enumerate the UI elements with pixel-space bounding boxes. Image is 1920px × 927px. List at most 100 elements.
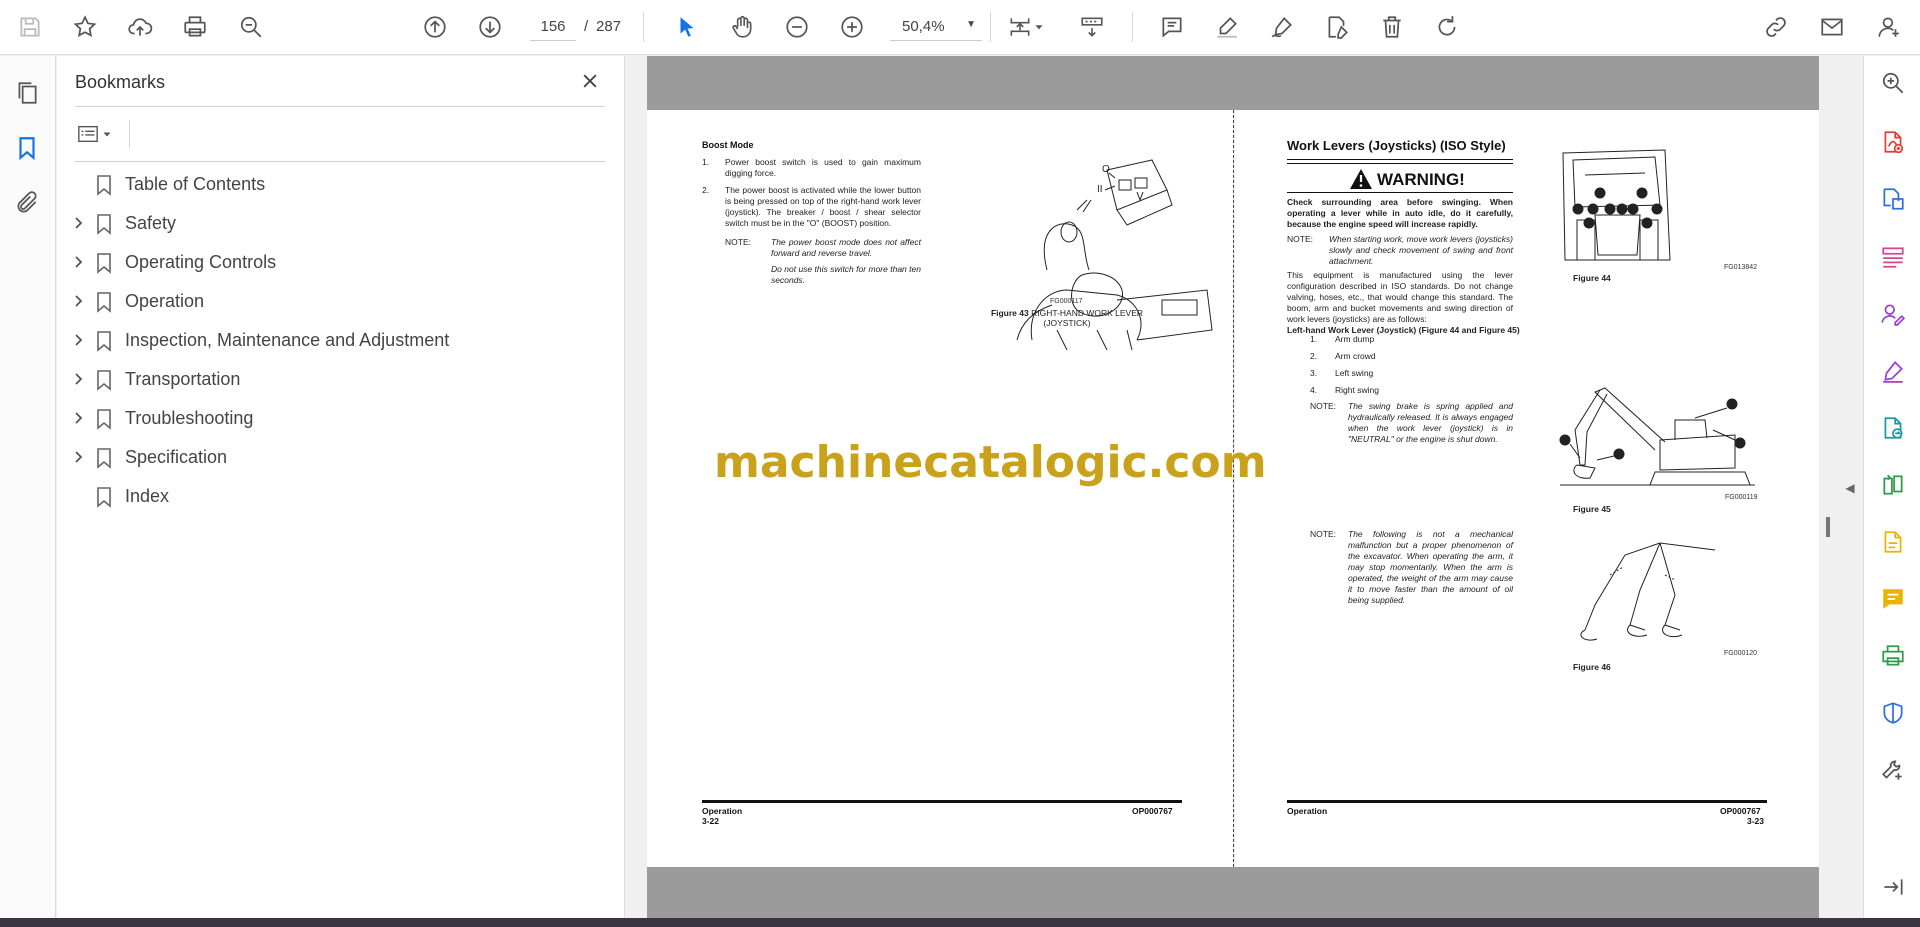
- collapse-right-panel-icon[interactable]: ◀: [1843, 478, 1857, 498]
- request-signature-icon[interactable]: [1878, 299, 1908, 329]
- sign-icon[interactable]: [1267, 12, 1297, 42]
- page-up-icon[interactable]: [420, 12, 450, 42]
- chevron-right-icon[interactable]: [71, 410, 87, 426]
- arm-movement-illustration: [1580, 542, 1716, 641]
- bookmark-item[interactable]: Transportation: [57, 361, 617, 397]
- figure-id: FG000120: [1724, 650, 1758, 657]
- compare-icon[interactable]: [1878, 470, 1908, 500]
- save-icon[interactable]: [15, 12, 45, 42]
- figure-caption: Figure 45: [1573, 504, 1611, 514]
- bookmark-item[interactable]: Inspection, Maintenance and Adjustment: [57, 322, 617, 358]
- divider: [129, 120, 130, 148]
- figure-caption: Figure 43 RIGHT-HAND WORK LEVER (JOYSTIC…: [977, 308, 1157, 328]
- zoom-in-icon[interactable]: [837, 12, 867, 42]
- protect-icon[interactable]: [1878, 698, 1908, 728]
- page-fit-icon[interactable]: [1005, 12, 1035, 42]
- svg-text:1: 1: [1563, 438, 1567, 445]
- organize-pages-icon[interactable]: [1878, 242, 1908, 272]
- document-background: [647, 867, 1819, 918]
- figure-id: FG000117: [1050, 298, 1083, 305]
- page-number-input[interactable]: [530, 13, 576, 41]
- bookmark-label: Troubleshooting: [125, 408, 254, 428]
- svg-text:3: 3: [1631, 207, 1635, 214]
- convert-icon[interactable]: [1878, 413, 1908, 443]
- svg-text:1: 1: [1598, 191, 1602, 198]
- footer-rule: [1287, 800, 1767, 803]
- page-thumbnails-icon[interactable]: [12, 78, 42, 108]
- comment-icon[interactable]: [1157, 12, 1187, 42]
- zoom-panel-icon[interactable]: [1878, 68, 1908, 98]
- bookmark-item[interactable]: Index: [57, 478, 617, 514]
- bookmarks-title: Bookmarks: [75, 72, 166, 92]
- bookmark-item[interactable]: Table of Contents: [57, 166, 617, 202]
- export-pdf-icon[interactable]: [1878, 127, 1908, 157]
- watermark-text: machinecatalogic.com: [714, 437, 1267, 488]
- note-text: When starting work, move work levers (jo…: [1329, 234, 1513, 266]
- bookmark-icon: [97, 448, 111, 469]
- bookmark-item[interactable]: Operating Controls: [57, 244, 617, 280]
- warning-title: WARNING!: [1377, 170, 1465, 189]
- warning-icon: [1350, 169, 1372, 189]
- bookmark-icon: [97, 175, 111, 196]
- zoom-out-icon[interactable]: [782, 12, 812, 42]
- rotate-icon[interactable]: [1432, 12, 1462, 42]
- bookmark-item[interactable]: Specification: [57, 439, 617, 475]
- list-item: Right swing: [1335, 385, 1379, 395]
- page-down-icon[interactable]: [475, 12, 505, 42]
- divider: [75, 106, 605, 107]
- bookmark-options-button[interactable]: [75, 120, 123, 148]
- chevron-right-icon[interactable]: [71, 449, 87, 465]
- bookmarks-panel: Bookmarks Table of Contents Safety Operati…: [57, 56, 625, 918]
- create-pdf-icon[interactable]: [1878, 184, 1908, 214]
- attachments-icon[interactable]: [12, 188, 42, 218]
- list-number: 4.: [1310, 385, 1318, 395]
- chevron-right-icon[interactable]: [71, 293, 87, 309]
- svg-text:2: 2: [1587, 221, 1591, 228]
- collapse-panel-icon[interactable]: [1878, 872, 1908, 902]
- scrollbar[interactable]: [1826, 517, 1830, 537]
- share-link-icon[interactable]: [1761, 12, 1791, 42]
- upload-icon[interactable]: [125, 12, 155, 42]
- footer-page-number: 3-23: [1747, 816, 1765, 826]
- comment-rail-icon[interactable]: [1878, 584, 1908, 614]
- acrobat-window: / 287 50,4% ▼: [0, 0, 1920, 927]
- highlight-icon[interactable]: [1212, 12, 1242, 42]
- chevron-right-icon[interactable]: [71, 254, 87, 270]
- zoom-select[interactable]: 50,4% ▼: [890, 13, 982, 41]
- chevron-right-icon[interactable]: [71, 215, 87, 231]
- cab-controls-illustration: 3 1 2 4 7 3 5 8 2 5: [1562, 149, 1671, 261]
- fill-sign-icon[interactable]: [1878, 356, 1908, 386]
- chevron-right-icon[interactable]: [71, 371, 87, 387]
- bookmark-item[interactable]: Safety: [57, 205, 617, 241]
- bookmark-item[interactable]: Operation: [57, 283, 617, 319]
- hand-tool-icon[interactable]: [727, 12, 757, 42]
- svg-text:3: 3: [1738, 441, 1742, 448]
- list-item: Arm crowd: [1335, 351, 1376, 361]
- edit-icon[interactable]: [1878, 527, 1908, 557]
- bookmarks-panel-icon[interactable]: [12, 133, 42, 163]
- chevron-down-icon[interactable]: [1032, 12, 1046, 42]
- list-number: 2.: [1310, 351, 1318, 361]
- svg-text:3: 3: [1576, 207, 1580, 214]
- note-label: NOTE:: [1310, 529, 1336, 539]
- scroll-mode-icon[interactable]: [1077, 12, 1107, 42]
- chevron-right-icon[interactable]: [71, 332, 87, 348]
- more-tools-icon[interactable]: [1878, 755, 1908, 785]
- zoom-search-icon[interactable]: [236, 12, 266, 42]
- bookmark-label: Specification: [125, 447, 228, 467]
- close-icon[interactable]: [577, 68, 603, 94]
- account-icon[interactable]: [1874, 12, 1904, 42]
- select-cursor-icon[interactable]: [672, 12, 702, 42]
- print-icon[interactable]: [180, 12, 210, 42]
- bookmark-item[interactable]: Troubleshooting: [57, 400, 617, 436]
- list-item: Arm dump: [1335, 334, 1375, 344]
- edit-pdf-icon[interactable]: [1322, 12, 1352, 42]
- list-number: 3.: [1310, 368, 1318, 378]
- figure-id: FG013842: [1724, 264, 1758, 271]
- footer-page-number: 3-22: [702, 816, 720, 826]
- print-production-icon[interactable]: [1878, 641, 1908, 671]
- bookmark-star-icon[interactable]: [70, 12, 100, 42]
- note-text: Do not use this switch for more than ten…: [771, 264, 921, 285]
- delete-icon[interactable]: [1377, 12, 1407, 42]
- email-icon[interactable]: [1817, 12, 1847, 42]
